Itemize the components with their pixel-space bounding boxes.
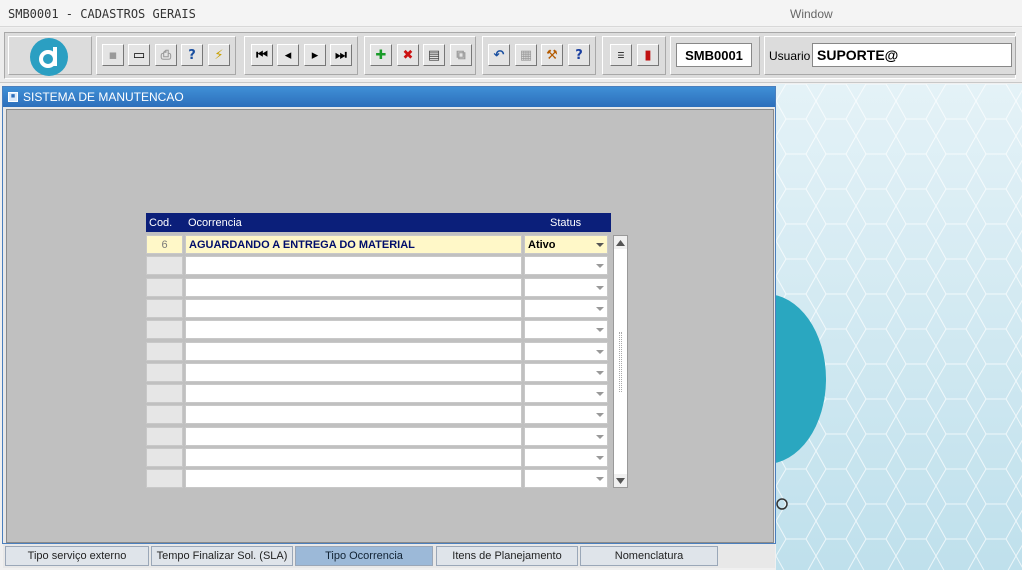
last-record-icon[interactable]: ⏭ — [330, 44, 352, 66]
edit-record-icon[interactable]: ▤ — [423, 44, 445, 66]
status-select[interactable] — [524, 405, 608, 425]
save-icon[interactable]: ▪ — [102, 44, 124, 66]
ocorrencia-cell[interactable] — [185, 277, 522, 297]
ocorrencia-cell[interactable] — [185, 426, 522, 446]
chevron-down-icon — [596, 413, 604, 418]
background-pattern — [776, 84, 1022, 570]
ocorrencia-cell[interactable]: AGUARDANDO A ENTREGA DO MATERIAL — [185, 235, 522, 254]
chevron-down-icon — [596, 328, 604, 333]
ocorrencia-cell[interactable] — [185, 320, 522, 340]
inner-window: ■ SISTEMA DE MANUTENCAO Cod. Ocorrencia … — [2, 86, 776, 544]
user-label: Usuario — [769, 49, 811, 63]
chevron-down-icon — [596, 349, 604, 354]
menu-bar: SMB0001 - CADASTROS GERAIS Window — [0, 0, 1022, 27]
status-select[interactable] — [524, 384, 608, 404]
chevron-down-icon — [596, 392, 604, 397]
tab-tipo-ocorrencia[interactable]: Tipo Ocorrencia — [295, 546, 433, 566]
status-value: Ativo — [528, 238, 556, 251]
cod-cell[interactable] — [146, 384, 183, 404]
duplicate-record-icon[interactable]: ⧉ — [450, 44, 472, 66]
grid-header: Cod. Ocorrencia Status — [146, 213, 611, 232]
app-title: SMB0001 - CADASTROS GERAIS — [8, 7, 196, 21]
ocorrencia-cell[interactable] — [185, 384, 522, 404]
cod-cell[interactable] — [146, 277, 183, 297]
status-select[interactable] — [524, 426, 608, 446]
query-icon[interactable]: ? — [181, 44, 203, 66]
status-select[interactable] — [524, 341, 608, 361]
status-select[interactable] — [524, 448, 608, 467]
status-select[interactable] — [524, 320, 608, 340]
window-icon-small: ■ — [8, 92, 18, 102]
execute-query-icon[interactable]: ⚡ — [208, 44, 230, 66]
ocorrencia-cell[interactable] — [185, 405, 522, 425]
status-select[interactable] — [524, 277, 608, 297]
first-record-icon[interactable]: ⏮ — [251, 44, 273, 66]
user-field: SUPORTE@ — [812, 43, 1012, 67]
grid-scrollbar[interactable] — [613, 235, 628, 488]
tab-itens-de-planejamento[interactable]: Itens de Planejamento — [436, 546, 578, 566]
ocorrencia-cell[interactable] — [185, 362, 522, 382]
clipboard-icon[interactable]: ▦ — [515, 44, 537, 66]
cod-cell[interactable] — [146, 469, 183, 489]
chevron-down-icon — [596, 434, 604, 439]
scroll-grip[interactable] — [619, 332, 622, 392]
ocorrencia-cell[interactable] — [185, 469, 522, 489]
status-select[interactable]: Ativo — [524, 235, 608, 254]
previous-record-icon[interactable]: ◂ — [277, 44, 299, 66]
insert-record-icon[interactable]: ✚ — [370, 44, 392, 66]
window-icon[interactable]: ▭ — [128, 44, 150, 66]
menu-icon[interactable]: ☰ — [610, 44, 632, 66]
exit-icon[interactable]: ▮ — [637, 44, 659, 66]
tab-nomenclatura[interactable]: Nomenclatura — [580, 546, 718, 566]
form-code: SMB0001 — [676, 43, 752, 67]
scroll-down-icon[interactable] — [614, 474, 627, 487]
ocorrencia-cell[interactable] — [185, 256, 522, 276]
chevron-down-icon — [596, 370, 604, 375]
chevron-down-icon — [596, 456, 604, 460]
status-select[interactable] — [524, 362, 608, 382]
inner-window-title: SISTEMA DE MANUTENCAO — [23, 90, 184, 104]
print-icon[interactable]: ⎙ — [155, 44, 177, 66]
ocorrencia-cell[interactable] — [185, 448, 522, 467]
cod-cell[interactable] — [146, 298, 183, 318]
next-record-icon[interactable]: ▸ — [304, 44, 326, 66]
tab-tempo-finalizar-sla[interactable]: Tempo Finalizar Sol. (SLA) — [151, 546, 293, 566]
cod-cell[interactable] — [146, 426, 183, 446]
help-icon[interactable]: ? — [568, 44, 590, 66]
ocorrencia-cell[interactable] — [185, 341, 522, 361]
cod-cell[interactable] — [146, 341, 183, 361]
chevron-down-icon — [596, 243, 604, 247]
col-header-ocorrencia: Ocorrencia — [188, 217, 242, 229]
window-menu[interactable]: Window — [790, 7, 833, 21]
status-select[interactable] — [524, 298, 608, 318]
tab-tipo-servico-externo[interactable]: Tipo serviço externo — [5, 546, 149, 566]
col-header-cod: Cod. — [149, 217, 173, 229]
chevron-down-icon — [596, 477, 604, 482]
ocorrencia-cell[interactable] — [185, 298, 522, 318]
cod-cell[interactable]: 6 — [146, 235, 183, 254]
chevron-down-icon — [596, 264, 604, 269]
delete-record-icon[interactable]: ✖ — [397, 44, 419, 66]
cod-cell[interactable] — [146, 362, 183, 382]
scroll-up-icon[interactable] — [614, 236, 627, 249]
tools-icon[interactable]: ⚒ — [541, 44, 563, 66]
chevron-down-icon — [596, 285, 604, 290]
cod-cell[interactable] — [146, 448, 183, 467]
chevron-down-icon — [596, 306, 604, 311]
inner-window-titlebar: ■ SISTEMA DE MANUTENCAO — [3, 87, 775, 107]
status-select[interactable] — [524, 469, 608, 489]
app-logo — [30, 38, 68, 76]
cod-cell[interactable] — [146, 320, 183, 340]
cod-cell[interactable] — [146, 405, 183, 425]
tab-bar: Tipo serviço externo Tempo Finalizar Sol… — [3, 544, 775, 568]
form-canvas: Cod. Ocorrencia Status 6 AGUARDANDO A ENT… — [6, 109, 774, 543]
cod-cell[interactable] — [146, 256, 183, 276]
undo-icon[interactable]: ↶ — [488, 44, 510, 66]
status-select[interactable] — [524, 256, 608, 276]
col-header-status: Status — [550, 217, 582, 229]
